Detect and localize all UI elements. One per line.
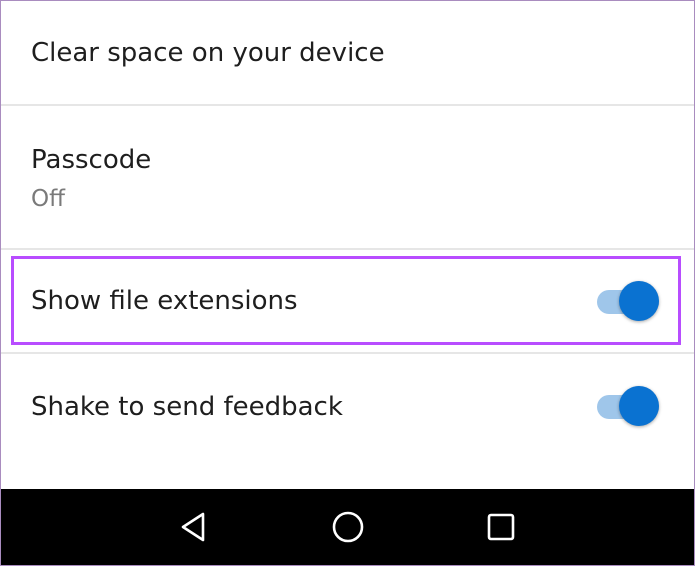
setting-shake-to-send-feedback[interactable]: Shake to send feedback	[1, 354, 694, 464]
back-button[interactable]	[173, 505, 217, 549]
home-button[interactable]	[326, 505, 370, 549]
setting-passcode[interactable]: Passcode Off	[1, 106, 694, 248]
setting-title: Shake to send feedback	[31, 392, 343, 422]
settings-list: Clear space on your device Passcode Off …	[1, 0, 694, 489]
setting-title: Show file extensions	[31, 286, 298, 316]
setting-clear-space[interactable]: Clear space on your device	[1, 0, 694, 104]
recents-icon	[487, 513, 515, 541]
home-icon	[332, 511, 364, 543]
setting-show-file-extensions[interactable]: Show file extensions	[1, 250, 694, 352]
toggle-thumb	[619, 386, 659, 426]
setting-value: Off	[31, 186, 65, 212]
setting-title: Clear space on your device	[31, 38, 385, 68]
back-icon	[181, 512, 205, 542]
android-navigation-bar	[1, 489, 694, 565]
setting-title: Passcode	[31, 145, 152, 175]
show-file-extensions-toggle[interactable]	[597, 281, 661, 323]
shake-to-send-feedback-toggle[interactable]	[597, 386, 661, 428]
recents-button[interactable]	[479, 505, 523, 549]
toggle-thumb	[619, 281, 659, 321]
